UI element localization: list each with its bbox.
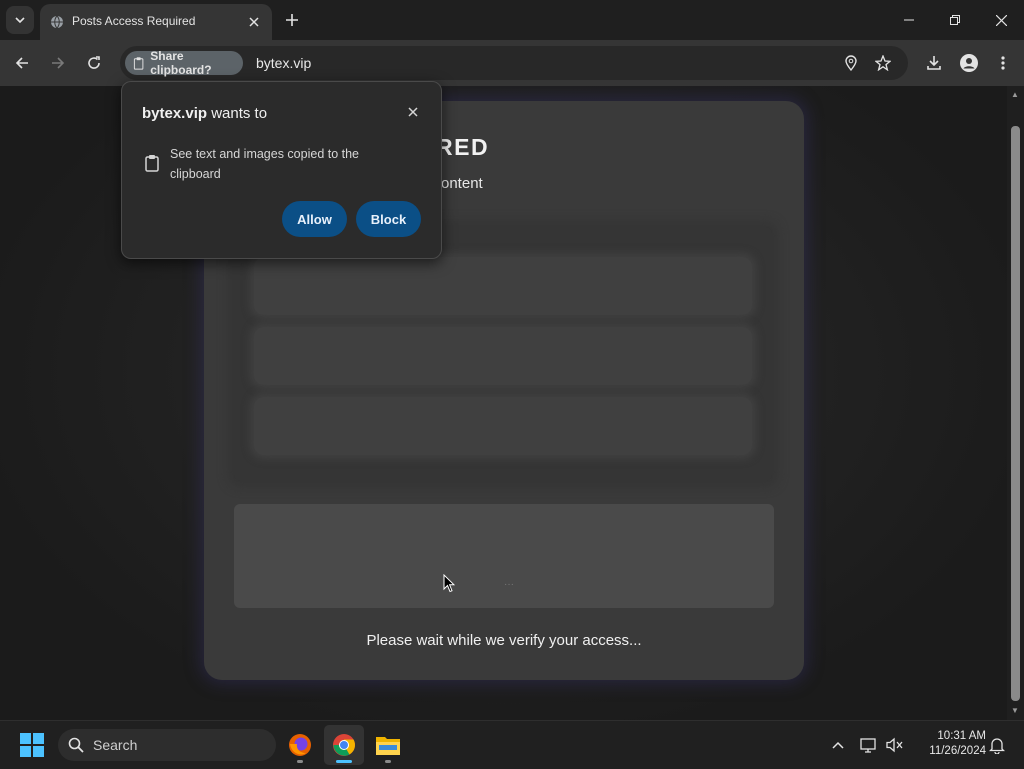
- clipboard-icon: [133, 57, 144, 70]
- arrow-right-icon: [52, 57, 65, 69]
- browser-menu-button[interactable]: [991, 51, 1015, 75]
- system-clock[interactable]: 10:31 AM 11/26/2024: [914, 729, 986, 759]
- app-running-indicator: [297, 760, 303, 763]
- allow-button[interactable]: Allow: [282, 201, 347, 237]
- blurred-row: [254, 327, 752, 385]
- reload-icon: [88, 56, 100, 69]
- firefox-icon: [289, 734, 311, 756]
- scroll-up-icon[interactable]: ▲: [1011, 90, 1019, 99]
- loading-indicator: ···: [504, 579, 514, 590]
- browser-tab[interactable]: Posts Access Required: [40, 4, 272, 40]
- app-running-indicator: [385, 760, 391, 763]
- close-icon: [995, 14, 1007, 26]
- permission-site: bytex.vip: [142, 105, 208, 122]
- chevron-down-icon: [15, 17, 25, 24]
- url-text: bytex.vip: [256, 55, 312, 71]
- volume-muted-icon: [886, 737, 903, 753]
- mouse-cursor-icon: [443, 574, 455, 593]
- restore-icon: [950, 15, 960, 25]
- profile-button[interactable]: [957, 51, 981, 75]
- window-close-button[interactable]: [986, 8, 1016, 32]
- globe-icon: [51, 15, 63, 29]
- permission-wants-to: wants to: [207, 105, 268, 122]
- minimize-icon: [904, 19, 914, 21]
- blurred-row: [254, 397, 752, 455]
- star-icon: [875, 55, 891, 71]
- block-button[interactable]: Block: [356, 201, 421, 237]
- volume-button[interactable]: [884, 733, 906, 757]
- restore-button[interactable]: [940, 8, 970, 32]
- network-status-button[interactable]: [858, 733, 880, 757]
- close-icon: [408, 107, 418, 117]
- windows-taskbar: Search 10:31 AM 11/26/2024: [0, 720, 1024, 769]
- taskbar-search[interactable]: Search: [58, 729, 276, 761]
- tab-title: Posts Access Required: [72, 14, 196, 28]
- title-bar: Posts Access Required: [0, 0, 1024, 40]
- close-icon: [249, 17, 259, 27]
- blurred-row: [254, 257, 752, 315]
- chrome-icon: [333, 734, 355, 756]
- folder-icon: [376, 737, 400, 755]
- verification-status-text: Please wait while we verify your access.…: [366, 632, 642, 649]
- clipboard-permission-dialog: bytex.vip wants to See text and images c…: [121, 81, 442, 259]
- location-button[interactable]: [842, 54, 860, 72]
- tab-close-button[interactable]: [244, 12, 264, 32]
- bell-icon: [989, 737, 1005, 754]
- chevron-up-icon: [832, 741, 844, 749]
- new-tab-button[interactable]: [282, 10, 302, 30]
- plus-icon: [286, 14, 298, 26]
- scrollbar-thumb[interactable]: [1011, 126, 1020, 701]
- clock-time: 10:31 AM: [937, 730, 986, 742]
- notifications-button[interactable]: [986, 733, 1008, 757]
- clipboard-permission-chip[interactable]: Share clipboard?: [125, 49, 243, 77]
- back-button[interactable]: [10, 51, 34, 75]
- clipboard-chip-label: Share clipboard?: [150, 49, 212, 77]
- search-icon: [68, 737, 84, 753]
- browser-toolbar: Share clipboard? bytex.vip: [0, 40, 1024, 86]
- reload-button[interactable]: [82, 51, 106, 75]
- profile-icon: [960, 54, 978, 72]
- scroll-down-icon[interactable]: ▼: [1011, 706, 1019, 715]
- minimize-button[interactable]: [894, 8, 924, 32]
- network-icon: [860, 738, 876, 753]
- download-icon: [927, 56, 941, 70]
- taskbar-firefox[interactable]: [280, 725, 320, 765]
- windows-start-icon[interactable]: [20, 733, 44, 757]
- show-hidden-icons-button[interactable]: [827, 733, 849, 757]
- page-scrollbar[interactable]: ▲ ▼: [1007, 86, 1024, 720]
- taskbar-chrome[interactable]: [324, 725, 364, 765]
- blurred-content: [234, 227, 772, 481]
- permission-title: bytex.vip wants to: [142, 105, 267, 122]
- arrow-left-icon: [15, 57, 28, 69]
- clipboard-icon: [145, 155, 159, 172]
- more-vertical-icon: [1001, 56, 1005, 70]
- taskbar-file-explorer[interactable]: [368, 725, 408, 765]
- bookmark-button[interactable]: [874, 54, 892, 72]
- permission-close-button[interactable]: [403, 102, 423, 122]
- forward-button[interactable]: [46, 51, 70, 75]
- verification-panel[interactable]: ···: [234, 504, 774, 608]
- taskbar-search-label: Search: [93, 737, 138, 753]
- location-pin-icon: [845, 55, 857, 71]
- clock-date: 11/26/2024: [929, 745, 986, 757]
- address-bar[interactable]: Share clipboard? bytex.vip: [120, 46, 908, 80]
- permission-description: See text and images copied to the clipbo…: [170, 147, 360, 181]
- tab-search-button[interactable]: [6, 6, 34, 34]
- app-running-indicator: [336, 760, 352, 763]
- downloads-button[interactable]: [922, 51, 946, 75]
